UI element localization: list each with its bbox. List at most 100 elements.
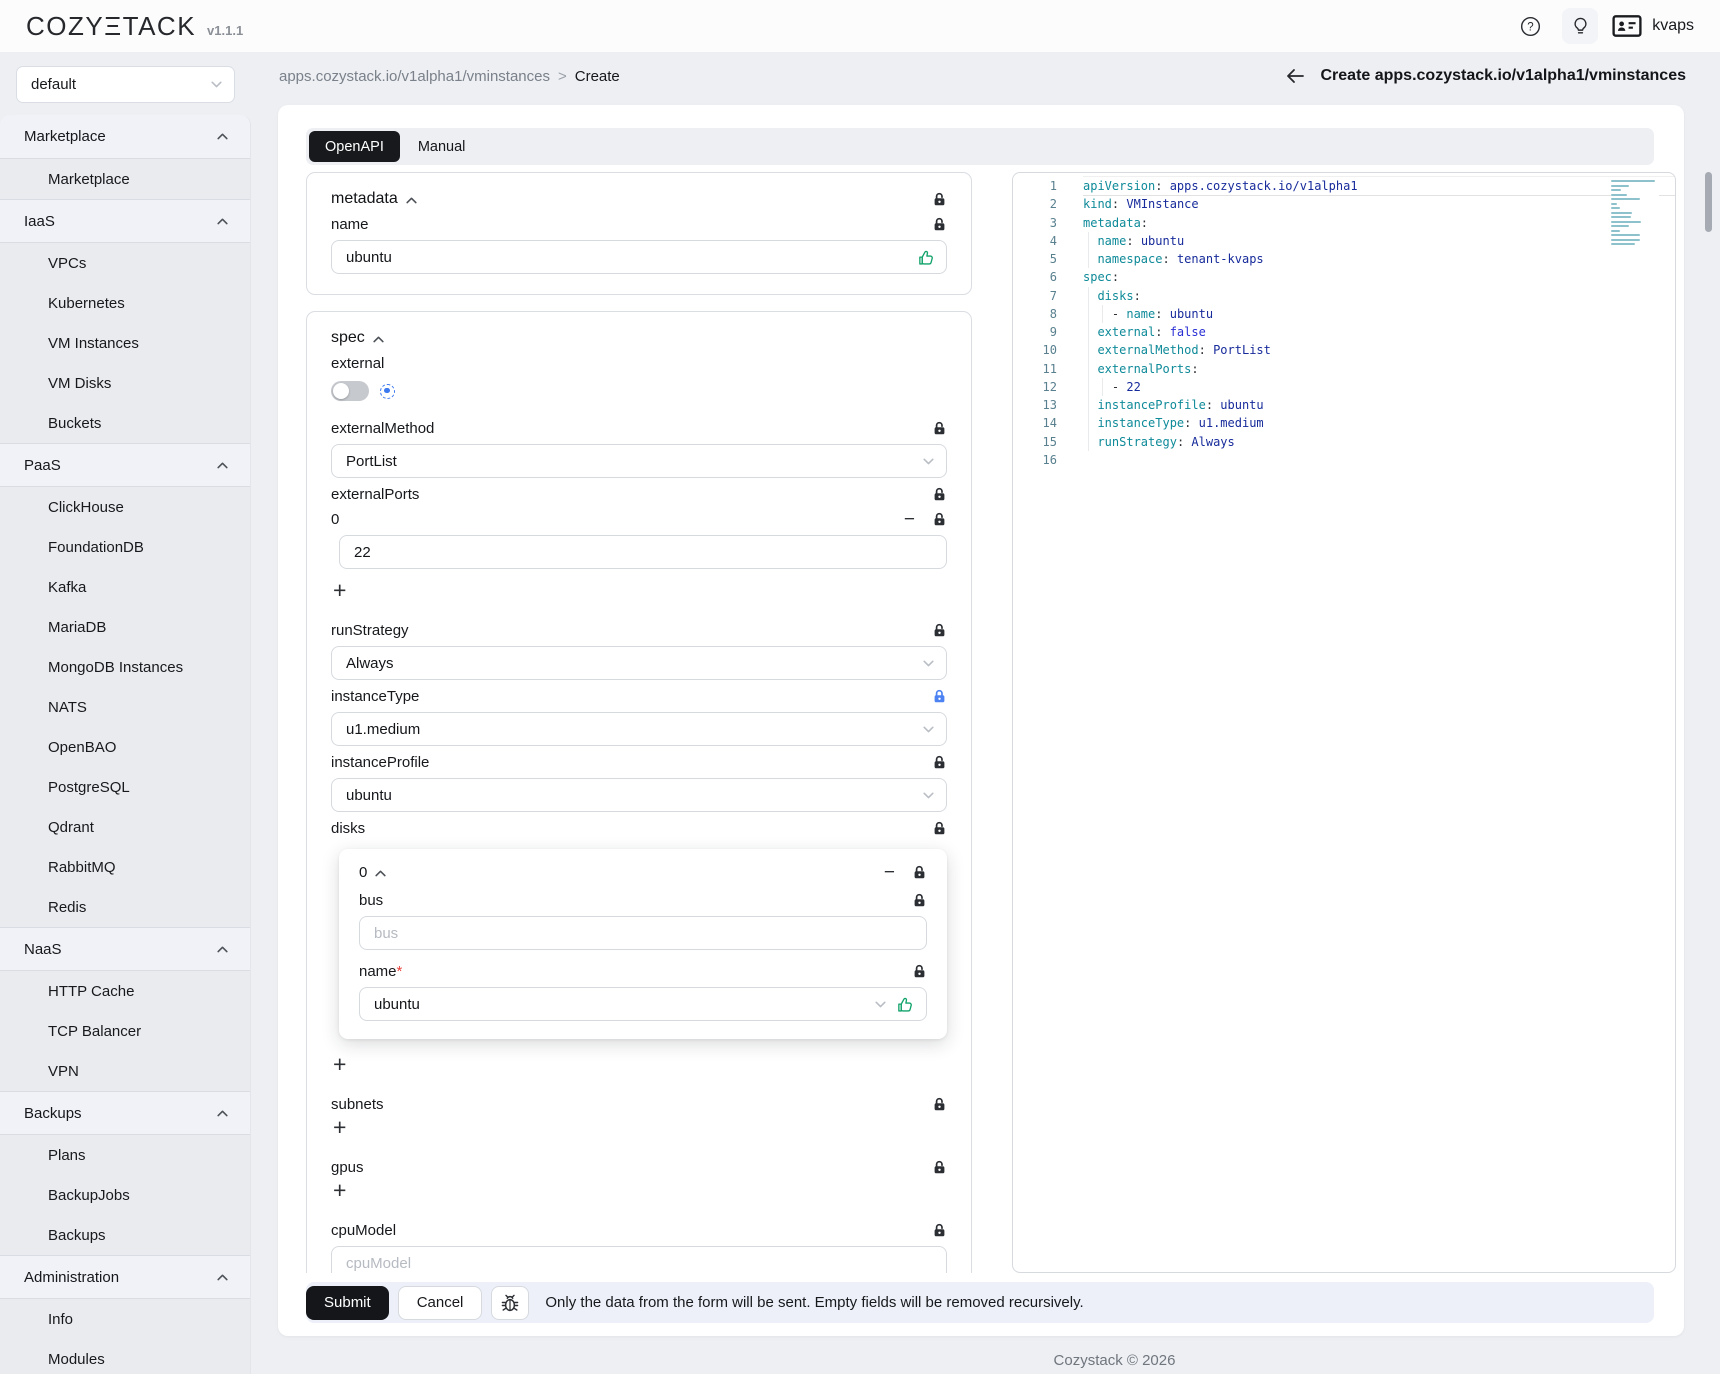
unlock-icon[interactable] xyxy=(932,623,947,638)
editor-line[interactable]: 2kind: VMInstance xyxy=(1013,195,1675,213)
unlock-icon[interactable] xyxy=(932,1223,947,1238)
editor-line[interactable]: 6spec: xyxy=(1013,268,1675,286)
instanceType-select[interactable]: u1.medium xyxy=(331,712,947,746)
remove-disk-button[interactable]: − xyxy=(884,866,895,880)
cpuModel-input[interactable] xyxy=(331,1246,947,1273)
sidebar-item-postgresql[interactable]: PostgreSQL xyxy=(0,767,250,807)
editor-line[interactable]: 14 instanceType: u1.medium xyxy=(1013,414,1675,432)
sidebar-section-iaas[interactable]: IaaS xyxy=(0,199,250,243)
editor-line[interactable]: 10 externalMethod: PortList xyxy=(1013,341,1675,359)
metadata-section-header[interactable]: metadata xyxy=(331,190,417,208)
add-subnet-button[interactable]: + xyxy=(333,1115,346,1139)
back-arrow-icon[interactable] xyxy=(1284,65,1306,87)
unlock-icon[interactable] xyxy=(932,1160,947,1175)
editor-line[interactable]: 1apiVersion: apps.cozystack.io/v1alpha1 xyxy=(1013,177,1675,195)
sidebar-item-vm-instances[interactable]: VM Instances xyxy=(0,323,250,363)
unlock-icon[interactable] xyxy=(932,512,947,527)
unlock-icon[interactable] xyxy=(932,821,947,836)
sidebar-item-backupjobs[interactable]: BackupJobs xyxy=(0,1175,250,1215)
debug-button[interactable] xyxy=(491,1286,529,1320)
sidebar-item-vm-disks[interactable]: VM Disks xyxy=(0,363,250,403)
external-label: external xyxy=(331,355,384,372)
scrollbar-thumb[interactable] xyxy=(1705,172,1712,232)
disk-name-select[interactable]: ubuntu xyxy=(359,987,927,1021)
sidebar-item-tcp-balancer[interactable]: TCP Balancer xyxy=(0,1011,250,1051)
remove-item-button[interactable]: − xyxy=(904,513,915,527)
editor-minimap[interactable] xyxy=(1611,178,1659,252)
externalPorts-item-input[interactable] xyxy=(339,535,947,569)
sidebar-item-modules[interactable]: Modules xyxy=(0,1339,250,1374)
spec-section-header[interactable]: spec xyxy=(331,329,384,347)
editor-line[interactable]: 9 external: false xyxy=(1013,323,1675,341)
sidebar-item-vpn[interactable]: VPN xyxy=(0,1051,250,1091)
name-input[interactable] xyxy=(331,240,947,274)
help-button[interactable] xyxy=(1512,8,1548,44)
editor-line[interactable]: 5 namespace: tenant-kvaps xyxy=(1013,250,1675,268)
tab-manual[interactable]: Manual xyxy=(402,131,482,162)
unlock-icon[interactable] xyxy=(912,865,927,880)
editor-line[interactable]: 7 disks: xyxy=(1013,287,1675,305)
unlock-icon[interactable] xyxy=(932,1097,947,1112)
sidebar-item-clickhouse[interactable]: ClickHouse xyxy=(0,487,250,527)
sidebar-item-qdrant[interactable]: Qdrant xyxy=(0,807,250,847)
editor-line[interactable]: 8 - name: ubuntu xyxy=(1013,305,1675,323)
tab-openapi[interactable]: OpenAPI xyxy=(309,131,400,162)
editor-line[interactable]: 4 name: ubuntu xyxy=(1013,232,1675,250)
externalMethod-select[interactable]: PortList xyxy=(331,444,947,478)
disk-item-header[interactable]: 0 xyxy=(359,864,386,881)
sidebar-item-openbao[interactable]: OpenBAO xyxy=(0,727,250,767)
sidebar-section-naas[interactable]: NaaS xyxy=(0,927,250,971)
submit-button[interactable]: Submit xyxy=(306,1286,389,1320)
unlock-icon[interactable] xyxy=(932,755,947,770)
sidebar-section-marketplace[interactable]: Marketplace xyxy=(0,115,250,159)
unlock-icon[interactable] xyxy=(932,217,947,232)
unlock-icon[interactable] xyxy=(912,893,927,908)
sidebar-item-kubernetes[interactable]: Kubernetes xyxy=(0,283,250,323)
sidebar-item-redis[interactable]: Redis xyxy=(0,887,250,927)
sidebar-section-paas[interactable]: PaaS xyxy=(0,443,250,487)
editor-line[interactable]: 16 xyxy=(1013,451,1675,469)
sidebar-item-backups[interactable]: Backups xyxy=(0,1215,250,1255)
theme-button[interactable] xyxy=(1562,8,1598,44)
bus-input[interactable] xyxy=(359,916,927,950)
sidebar-item-foundationdb[interactable]: FoundationDB xyxy=(0,527,250,567)
instanceProfile-select[interactable]: ubuntu xyxy=(331,778,947,812)
unlock-icon[interactable] xyxy=(932,487,947,502)
line-number: 6 xyxy=(1013,268,1057,286)
unlock-icon[interactable] xyxy=(932,421,947,436)
sidebar-item-marketplace[interactable]: Marketplace xyxy=(0,159,250,199)
yaml-editor[interactable]: 1apiVersion: apps.cozystack.io/v1alpha12… xyxy=(1012,172,1676,1273)
sidebar-item-nats[interactable]: NATS xyxy=(0,687,250,727)
sidebar-item-vpcs[interactable]: VPCs xyxy=(0,243,250,283)
sidebar-section-administration[interactable]: Administration xyxy=(0,1255,250,1299)
lock-icon[interactable] xyxy=(932,689,947,704)
add-gpu-button[interactable]: + xyxy=(333,1178,346,1202)
editor-line[interactable]: 3metadata: xyxy=(1013,214,1675,232)
add-disk-button[interactable]: + xyxy=(333,1052,346,1076)
project-selector[interactable]: default xyxy=(16,66,235,103)
sidebar-item-kafka[interactable]: Kafka xyxy=(0,567,250,607)
editor-line[interactable]: 11 externalPorts: xyxy=(1013,360,1675,378)
editor-line[interactable]: 13 instanceProfile: ubuntu xyxy=(1013,396,1675,414)
editor-line[interactable]: 12 - 22 xyxy=(1013,378,1675,396)
unlock-icon[interactable] xyxy=(912,964,927,979)
editor-line[interactable]: 15 runStrategy: Always xyxy=(1013,433,1675,451)
user-menu[interactable]: kvaps xyxy=(1612,14,1694,38)
cancel-button[interactable]: Cancel xyxy=(398,1286,483,1320)
required-mark: * xyxy=(397,963,403,980)
sidebar-item-mongodb-instances[interactable]: MongoDB Instances xyxy=(0,647,250,687)
runStrategy-select[interactable]: Always xyxy=(331,646,947,680)
sidebar-item-rabbitmq[interactable]: RabbitMQ xyxy=(0,847,250,887)
sidebar-item-http-cache[interactable]: HTTP Cache xyxy=(0,971,250,1011)
unlock-icon[interactable] xyxy=(932,192,947,207)
sidebar-item-mariadb[interactable]: MariaDB xyxy=(0,607,250,647)
sidebar-item-plans[interactable]: Plans xyxy=(0,1135,250,1175)
reset-default-icon[interactable] xyxy=(380,384,395,399)
external-toggle[interactable] xyxy=(331,381,369,401)
sidebar-item-info[interactable]: Info xyxy=(0,1299,250,1339)
add-externalPort-button[interactable]: + xyxy=(333,578,346,602)
breadcrumb-row: apps.cozystack.io/v1alpha1/vminstances >… xyxy=(251,52,1720,100)
breadcrumb-path[interactable]: apps.cozystack.io/v1alpha1/vminstances xyxy=(279,68,550,85)
sidebar-item-buckets[interactable]: Buckets xyxy=(0,403,250,443)
sidebar-section-backups[interactable]: Backups xyxy=(0,1091,250,1135)
